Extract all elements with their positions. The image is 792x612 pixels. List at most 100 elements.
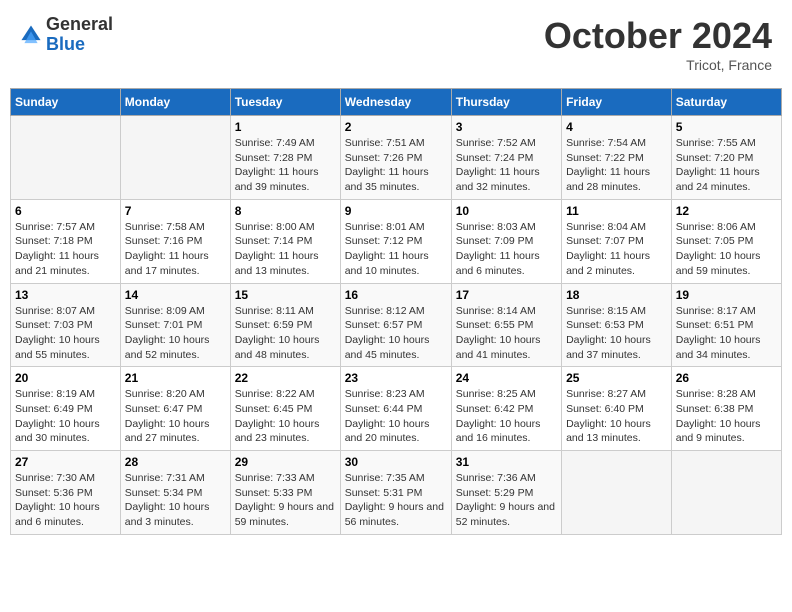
calendar-cell: 5Sunrise: 7:55 AMSunset: 7:20 PMDaylight… <box>671 116 781 200</box>
weekday-header: Thursday <box>451 89 561 116</box>
day-number: 25 <box>566 371 667 385</box>
cell-info: Sunrise: 8:25 AMSunset: 6:42 PMDaylight:… <box>456 388 541 444</box>
calendar-cell: 31 Sunrise: 7:36 AMSunset: 5:29 PMDayligh… <box>451 451 561 535</box>
cell-info: Sunrise: 8:11 AMSunset: 6:59 PMDaylight:… <box>235 305 320 361</box>
calendar-cell: 11 Sunrise: 8:04 AMSunset: 7:07 PMDayligh… <box>562 199 672 283</box>
calendar-cell: 14Sunrise: 8:09 AMSunset: 7:01 PMDayligh… <box>120 283 230 367</box>
calendar-cell: 30 Sunrise: 7:35 AMSunset: 5:31 PMDayligh… <box>340 451 451 535</box>
day-number: 4 <box>566 120 667 134</box>
day-number: 1 <box>235 120 336 134</box>
day-number: 19 <box>676 288 777 302</box>
cell-info: Sunrise: 7:52 AMSunset: 7:24 PMDaylight:… <box>456 137 540 193</box>
calendar-header-row: SundayMondayTuesdayWednesdayThursdayFrid… <box>11 89 782 116</box>
day-number: 27 <box>15 455 116 469</box>
logo: General Blue <box>20 15 113 55</box>
calendar-cell: 3 Sunrise: 7:52 AMSunset: 7:24 PMDaylight… <box>451 116 561 200</box>
cell-info: Sunrise: 7:54 AMSunset: 7:22 PMDaylight:… <box>566 137 650 193</box>
cell-info: Sunrise: 8:19 AMSunset: 6:49 PMDaylight:… <box>15 388 100 444</box>
cell-info: Sunrise: 7:31 AMSunset: 5:34 PMDaylight:… <box>125 472 210 528</box>
calendar-table: SundayMondayTuesdayWednesdayThursdayFrid… <box>10 88 782 535</box>
calendar-cell: 12Sunrise: 8:06 AMSunset: 7:05 PMDayligh… <box>671 199 781 283</box>
calendar-cell: 25 Sunrise: 8:27 AMSunset: 6:40 PMDayligh… <box>562 367 672 451</box>
calendar-week-row: 27 Sunrise: 7:30 AMSunset: 5:36 PMDayligh… <box>11 451 782 535</box>
cell-info: Sunrise: 8:01 AMSunset: 7:12 PMDaylight:… <box>345 221 429 277</box>
cell-info: Sunrise: 7:36 AMSunset: 5:29 PMDaylight:… <box>456 472 555 528</box>
day-number: 21 <box>125 371 226 385</box>
cell-info: Sunrise: 7:35 AMSunset: 5:31 PMDaylight:… <box>345 472 444 528</box>
calendar-week-row: 6Sunrise: 7:57 AMSunset: 7:18 PMDaylight… <box>11 199 782 283</box>
calendar-cell: 8 Sunrise: 8:00 AMSunset: 7:14 PMDaylight… <box>230 199 340 283</box>
calendar-cell: 1 Sunrise: 7:49 AMSunset: 7:28 PMDaylight… <box>230 116 340 200</box>
day-number: 24 <box>456 371 557 385</box>
cell-info: Sunrise: 8:22 AMSunset: 6:45 PMDaylight:… <box>235 388 320 444</box>
day-number: 31 <box>456 455 557 469</box>
calendar-cell: 18Sunrise: 8:15 AMSunset: 6:53 PMDayligh… <box>562 283 672 367</box>
cell-info: Sunrise: 8:07 AMSunset: 7:03 PMDaylight:… <box>15 305 100 361</box>
calendar-cell <box>671 451 781 535</box>
logo-text: General Blue <box>46 15 113 55</box>
weekday-header: Monday <box>120 89 230 116</box>
header: General Blue October 2024 Tricot, France <box>10 10 782 78</box>
day-number: 3 <box>456 120 557 134</box>
calendar-cell: 23Sunrise: 8:23 AMSunset: 6:44 PMDayligh… <box>340 367 451 451</box>
calendar-cell: 28 Sunrise: 7:31 AMSunset: 5:34 PMDayligh… <box>120 451 230 535</box>
cell-info: Sunrise: 8:27 AMSunset: 6:40 PMDaylight:… <box>566 388 651 444</box>
calendar-cell: 21 Sunrise: 8:20 AMSunset: 6:47 PMDayligh… <box>120 367 230 451</box>
cell-info: Sunrise: 8:00 AMSunset: 7:14 PMDaylight:… <box>235 221 319 277</box>
calendar-cell: 13 Sunrise: 8:07 AMSunset: 7:03 PMDayligh… <box>11 283 121 367</box>
weekday-header: Saturday <box>671 89 781 116</box>
cell-info: Sunrise: 7:30 AMSunset: 5:36 PMDaylight:… <box>15 472 100 528</box>
calendar-cell: 24 Sunrise: 8:25 AMSunset: 6:42 PMDayligh… <box>451 367 561 451</box>
calendar-cell <box>120 116 230 200</box>
calendar-cell: 16 Sunrise: 8:12 AMSunset: 6:57 PMDayligh… <box>340 283 451 367</box>
cell-info: Sunrise: 8:04 AMSunset: 7:07 PMDaylight:… <box>566 221 650 277</box>
day-number: 2 <box>345 120 447 134</box>
calendar-cell: 7Sunrise: 7:58 AMSunset: 7:16 PMDaylight… <box>120 199 230 283</box>
calendar-cell: 2 Sunrise: 7:51 AMSunset: 7:26 PMDaylight… <box>340 116 451 200</box>
calendar-week-row: 13 Sunrise: 8:07 AMSunset: 7:03 PMDayligh… <box>11 283 782 367</box>
logo-general-text: General <box>46 15 113 35</box>
calendar-cell: 26 Sunrise: 8:28 AMSunset: 6:38 PMDayligh… <box>671 367 781 451</box>
cell-info: Sunrise: 7:57 AMSunset: 7:18 PMDaylight:… <box>15 221 99 277</box>
calendar-cell: 15 Sunrise: 8:11 AMSunset: 6:59 PMDayligh… <box>230 283 340 367</box>
weekday-header: Friday <box>562 89 672 116</box>
weekday-header: Sunday <box>11 89 121 116</box>
day-number: 16 <box>345 288 447 302</box>
cell-info: Sunrise: 8:20 AMSunset: 6:47 PMDaylight:… <box>125 388 210 444</box>
calendar-cell: 19 Sunrise: 8:17 AMSunset: 6:51 PMDayligh… <box>671 283 781 367</box>
day-number: 23 <box>345 371 447 385</box>
day-number: 17 <box>456 288 557 302</box>
cell-info: Sunrise: 8:17 AMSunset: 6:51 PMDaylight:… <box>676 305 761 361</box>
cell-info: Sunrise: 8:28 AMSunset: 6:38 PMDaylight:… <box>676 388 761 444</box>
day-number: 30 <box>345 455 447 469</box>
day-number: 15 <box>235 288 336 302</box>
day-number: 9 <box>345 204 447 218</box>
day-number: 13 <box>15 288 116 302</box>
calendar-cell: 10Sunrise: 8:03 AMSunset: 7:09 PMDayligh… <box>451 199 561 283</box>
day-number: 26 <box>676 371 777 385</box>
day-number: 12 <box>676 204 777 218</box>
calendar-cell: 27 Sunrise: 7:30 AMSunset: 5:36 PMDayligh… <box>11 451 121 535</box>
day-number: 8 <box>235 204 336 218</box>
calendar-cell <box>562 451 672 535</box>
day-number: 10 <box>456 204 557 218</box>
location-subtitle: Tricot, France <box>544 57 772 73</box>
weekday-header: Wednesday <box>340 89 451 116</box>
calendar-cell: 6Sunrise: 7:57 AMSunset: 7:18 PMDaylight… <box>11 199 121 283</box>
day-number: 11 <box>566 204 667 218</box>
cell-info: Sunrise: 8:14 AMSunset: 6:55 PMDaylight:… <box>456 305 541 361</box>
day-number: 28 <box>125 455 226 469</box>
cell-info: Sunrise: 8:12 AMSunset: 6:57 PMDaylight:… <box>345 305 430 361</box>
day-number: 22 <box>235 371 336 385</box>
cell-info: Sunrise: 7:51 AMSunset: 7:26 PMDaylight:… <box>345 137 429 193</box>
cell-info: Sunrise: 7:49 AMSunset: 7:28 PMDaylight:… <box>235 137 319 193</box>
calendar-cell: 17 Sunrise: 8:14 AMSunset: 6:55 PMDayligh… <box>451 283 561 367</box>
day-number: 29 <box>235 455 336 469</box>
logo-icon <box>20 24 42 46</box>
month-title: October 2024 <box>544 15 772 57</box>
cell-info: Sunrise: 7:55 AMSunset: 7:20 PMDaylight:… <box>676 137 760 193</box>
calendar-cell: 20Sunrise: 8:19 AMSunset: 6:49 PMDayligh… <box>11 367 121 451</box>
cell-info: Sunrise: 7:33 AMSunset: 5:33 PMDaylight:… <box>235 472 334 528</box>
calendar-cell: 22 Sunrise: 8:22 AMSunset: 6:45 PMDayligh… <box>230 367 340 451</box>
calendar-cell: 4 Sunrise: 7:54 AMSunset: 7:22 PMDaylight… <box>562 116 672 200</box>
